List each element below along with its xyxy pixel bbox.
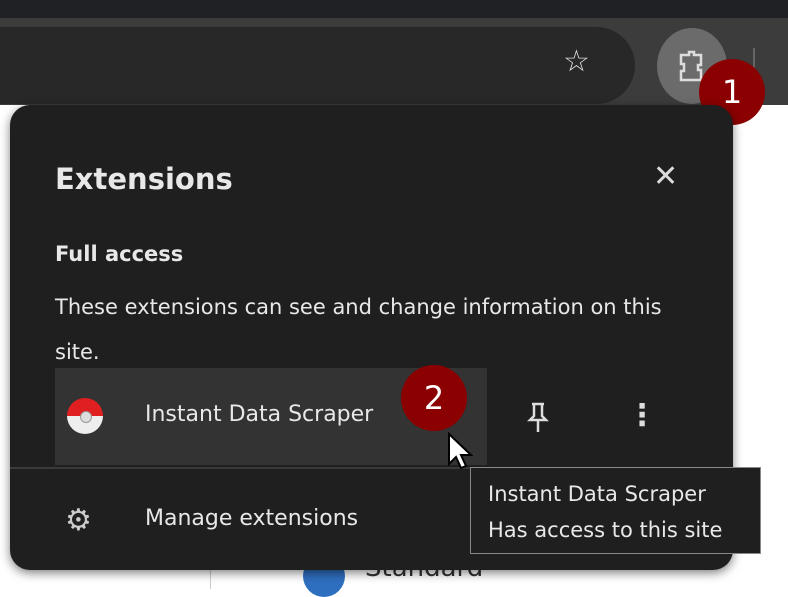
section-description: These extensions can see and change info…	[55, 285, 675, 375]
address-bar[interactable]	[0, 27, 635, 104]
more-options-icon[interactable]: ⋮	[627, 398, 657, 433]
mouse-cursor-icon	[447, 432, 473, 472]
extension-tooltip: Instant Data Scraper Has access to this …	[470, 467, 761, 554]
manage-extensions-link[interactable]: Manage extensions	[145, 506, 358, 531]
tooltip-line-2: Has access to this site	[488, 512, 760, 548]
pin-icon[interactable]	[526, 402, 550, 441]
title-bar	[0, 0, 788, 18]
extension-name: Instant Data Scraper	[145, 402, 373, 427]
tooltip-line-1: Instant Data Scraper	[488, 476, 760, 512]
extension-logo-icon	[67, 398, 103, 434]
gear-icon: ⚙	[65, 503, 92, 538]
close-icon[interactable]: ✕	[653, 159, 678, 194]
star-icon[interactable]: ☆	[563, 44, 590, 79]
step-badge-2: 2	[401, 365, 467, 431]
section-title: Full access	[55, 242, 183, 266]
popup-title: Extensions	[55, 162, 233, 196]
